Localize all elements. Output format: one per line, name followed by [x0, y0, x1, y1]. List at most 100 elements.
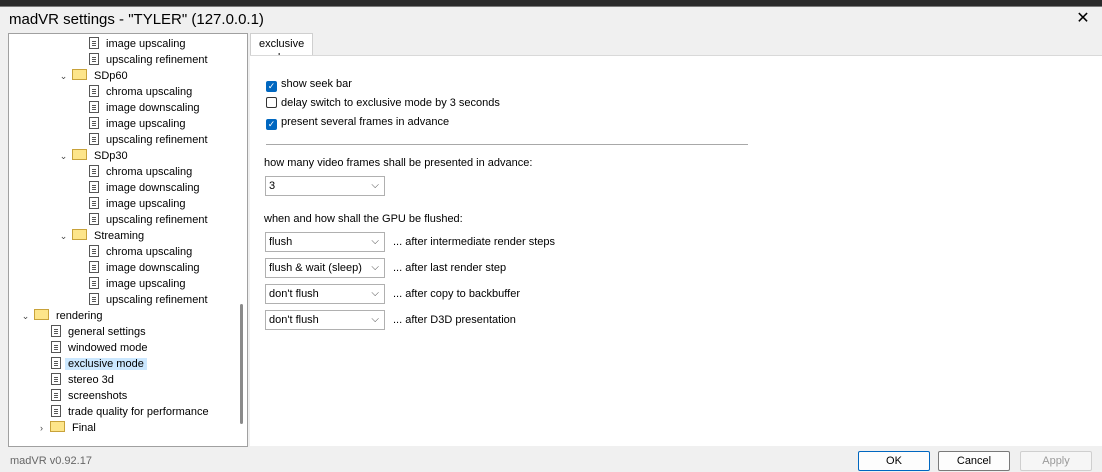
tree-scrollbar-thumb[interactable]: [240, 304, 243, 424]
page-icon: [51, 357, 61, 369]
flush-intermediate-value: flush: [269, 236, 293, 248]
flush-intermediate-label: ... after intermediate render steps: [393, 236, 556, 248]
flush-backbuffer-select[interactable]: don't flush ⌵: [265, 284, 385, 304]
tree-item-label: upscaling refinement: [106, 134, 208, 146]
flush-presentation-label: ... after D3D presentation: [393, 314, 516, 326]
tree-item[interactable]: image upscaling: [89, 116, 189, 132]
tree-item-label: exclusive mode: [65, 358, 147, 370]
settings-tree[interactable]: image upscaling upscaling refinement ⌄ SDp6…: [8, 33, 248, 447]
flush-last-step-value: flush & wait (sleep): [269, 262, 362, 274]
chevron-down-icon: ⌵: [371, 262, 379, 273]
present-frames-label: present several frames in advance: [281, 116, 450, 128]
folder-icon: [50, 421, 65, 432]
cancel-button[interactable]: Cancel: [938, 451, 1010, 471]
tree-item-label: image upscaling: [106, 118, 186, 130]
tree-item[interactable]: image upscaling: [89, 196, 189, 212]
tree-item[interactable]: upscaling refinement: [89, 52, 211, 68]
flush-presentation-select[interactable]: don't flush ⌵: [265, 310, 385, 330]
page-icon: [89, 293, 99, 305]
tree-item[interactable]: exclusive mode: [51, 356, 147, 372]
tree-item-label: rendering: [56, 310, 103, 322]
tree-item-label: image downscaling: [106, 262, 200, 274]
tree-item[interactable]: image downscaling: [89, 260, 203, 276]
page-icon: [89, 133, 99, 145]
frames-in-advance-label: how many video frames shall be presented…: [264, 157, 533, 169]
flush-intermediate-select[interactable]: flush ⌵: [265, 232, 385, 252]
tree-item[interactable]: image upscaling: [89, 36, 189, 52]
tree-item[interactable]: ⌄ SDp30: [59, 148, 131, 164]
apply-button[interactable]: Apply: [1020, 451, 1092, 471]
tree-item-label: image upscaling: [106, 38, 186, 50]
tree-item-label: image upscaling: [106, 278, 186, 290]
tree-item-label: upscaling refinement: [106, 214, 208, 226]
flush-last-step-select[interactable]: flush & wait (sleep) ⌵: [265, 258, 385, 278]
chevron-down-icon[interactable]: ⌄: [21, 308, 30, 324]
delay-switch-checkbox[interactable]: delay switch to exclusive mode by 3 seco…: [266, 96, 500, 110]
tree-item[interactable]: ⌄ rendering: [21, 308, 105, 324]
tree-item[interactable]: image upscaling: [89, 276, 189, 292]
tree-item-label: image upscaling: [106, 198, 186, 210]
chevron-down-icon[interactable]: ⌄: [59, 68, 68, 84]
close-icon[interactable]: ✕: [1070, 8, 1096, 30]
page-icon: [51, 341, 61, 353]
tree-item[interactable]: upscaling refinement: [89, 212, 211, 228]
ok-button[interactable]: OK: [858, 451, 930, 471]
page-icon: [89, 277, 99, 289]
chevron-down-icon: ⌵: [371, 314, 379, 325]
tree-scrollbar[interactable]: [237, 34, 247, 446]
exclusive-mode-panel: ✓ show seek bar delay switch to exclusive…: [250, 55, 1102, 446]
tree-item[interactable]: windowed mode: [51, 340, 151, 356]
page-icon: [89, 181, 99, 193]
page-icon: [89, 261, 99, 273]
tree-item-label: windowed mode: [68, 342, 148, 354]
present-frames-checkbox[interactable]: ✓ present several frames in advance: [266, 115, 450, 130]
page-icon: [51, 389, 61, 401]
checkbox-unchecked-icon: [266, 97, 277, 108]
flush-last-step-label: ... after last render step: [393, 262, 507, 274]
show-seek-bar-label: show seek bar: [281, 78, 352, 90]
tree-item-label: image downscaling: [106, 182, 200, 194]
page-icon: [89, 213, 99, 225]
checkbox-checked-icon: ✓: [266, 81, 277, 92]
tree-item[interactable]: chroma upscaling: [89, 164, 195, 180]
tree-item[interactable]: chroma upscaling: [89, 84, 195, 100]
window-title: madVR settings - "TYLER" (127.0.0.1): [9, 11, 264, 28]
tree-item-label: trade quality for performance: [68, 406, 209, 418]
page-icon: [89, 117, 99, 129]
show-seek-bar-checkbox[interactable]: ✓ show seek bar: [266, 77, 352, 92]
chevron-down-icon: ⌵: [371, 288, 379, 299]
chevron-right-icon[interactable]: ›: [37, 420, 46, 436]
tree-item[interactable]: upscaling refinement: [89, 132, 211, 148]
tree-item[interactable]: chroma upscaling: [89, 244, 195, 260]
page-icon: [89, 197, 99, 209]
tree-item[interactable]: general settings: [51, 324, 149, 340]
frames-in-advance-select[interactable]: 3 ⌵: [265, 176, 385, 196]
tree-item[interactable]: ⌄ SDp60: [59, 68, 131, 84]
tree-item-label: chroma upscaling: [106, 86, 193, 98]
tree-item[interactable]: ⌄ Streaming: [59, 228, 147, 244]
tree-item[interactable]: screenshots: [51, 388, 130, 404]
tree-item-label: SDp60: [94, 70, 128, 82]
page-icon: [51, 373, 61, 385]
tree-item[interactable]: image downscaling: [89, 100, 203, 116]
page-icon: [89, 165, 99, 177]
chevron-down-icon[interactable]: ⌄: [59, 228, 68, 244]
tree-item-label: chroma upscaling: [106, 166, 193, 178]
page-icon: [89, 85, 99, 97]
folder-icon: [72, 69, 87, 80]
flush-presentation-value: don't flush: [269, 314, 319, 326]
tree-item[interactable]: upscaling refinement: [89, 292, 211, 308]
folder-icon: [72, 229, 87, 240]
tree-item[interactable]: trade quality for performance: [51, 404, 212, 420]
chevron-down-icon[interactable]: ⌄: [59, 148, 68, 164]
tree-item[interactable]: › Final: [37, 420, 99, 436]
tree-item[interactable]: stereo 3d: [51, 372, 117, 388]
dialog-footer: madVR v0.92.17 OK Cancel Apply: [0, 445, 1102, 472]
folder-icon: [72, 149, 87, 160]
checkbox-checked-icon: ✓: [266, 119, 277, 130]
tree-item-label: Streaming: [94, 230, 145, 242]
tree-item-label: SDp30: [94, 150, 128, 162]
tree-item[interactable]: image downscaling: [89, 180, 203, 196]
title-bar: madVR settings - "TYLER" (127.0.0.1) ✕: [0, 7, 1102, 33]
tree-item-label: chroma upscaling: [106, 246, 193, 258]
